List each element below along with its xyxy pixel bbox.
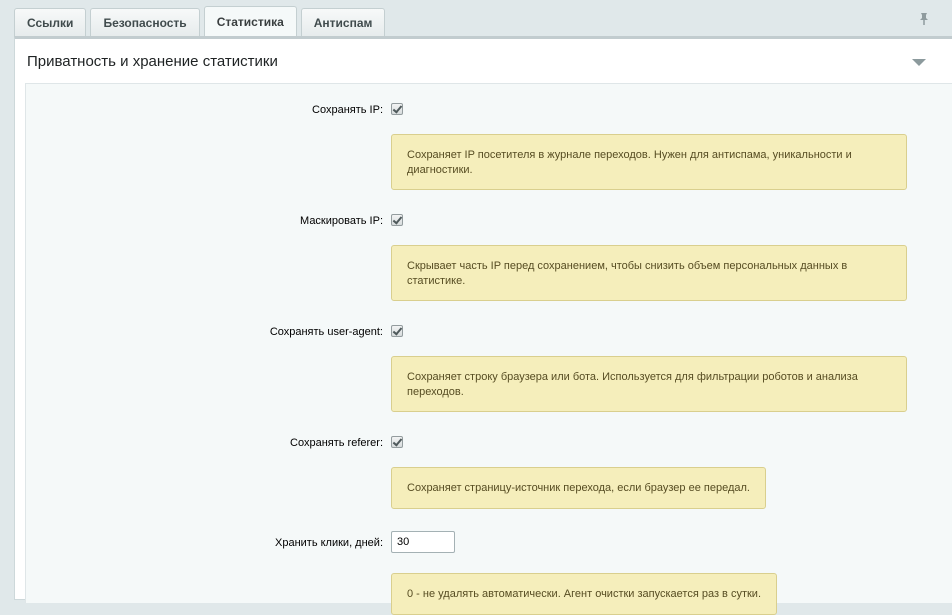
save-referer-hint: Сохраняет страницу-источник перехода, ес… [391, 467, 766, 509]
tab-security[interactable]: Безопасность [90, 8, 200, 37]
mask-ip-checkbox[interactable] [391, 214, 403, 226]
tab-bar: Ссылки Безопасность Статистика Антиспам [14, 6, 386, 37]
keep-clicks-days-label: Хранить клики, дней: [275, 537, 383, 549]
tab-links[interactable]: Ссылки [14, 8, 87, 37]
save-ip-label: Сохранять IP: [312, 104, 383, 116]
mask-ip-hint: Скрывает часть IP перед сохранением, что… [391, 245, 907, 301]
settings-panel: Приватность и хранение статистики Сохран… [14, 36, 952, 615]
save-user-agent-checkbox[interactable] [391, 325, 403, 337]
section-header[interactable]: Приватность и хранение статистики [15, 39, 952, 83]
mask-ip-label: Маскировать IP: [300, 215, 383, 227]
save-user-agent-hint: Сохраняет строку браузера или бота. Испо… [391, 356, 907, 412]
tab-antispam[interactable]: Антиспам [300, 8, 386, 37]
save-ip-checkbox[interactable] [391, 103, 403, 115]
section-content: Сохранять IP: Сохраняет IP посетителя в … [25, 83, 952, 615]
pin-icon[interactable] [918, 12, 930, 26]
keep-clicks-days-hint: 0 - не удалять автоматически. Агент очис… [391, 573, 777, 615]
save-referer-checkbox[interactable] [391, 436, 403, 448]
save-referer-label: Сохранять referer: [290, 437, 383, 449]
tab-statistics[interactable]: Статистика [203, 6, 297, 37]
chevron-down-icon[interactable] [912, 59, 926, 66]
keep-clicks-days-input[interactable] [391, 531, 455, 553]
save-ip-hint: Сохраняет IP посетителя в журнале перехо… [391, 134, 907, 190]
section-title: Приватность и хранение статистики [27, 53, 278, 70]
save-user-agent-label: Сохранять user-agent: [269, 326, 383, 338]
